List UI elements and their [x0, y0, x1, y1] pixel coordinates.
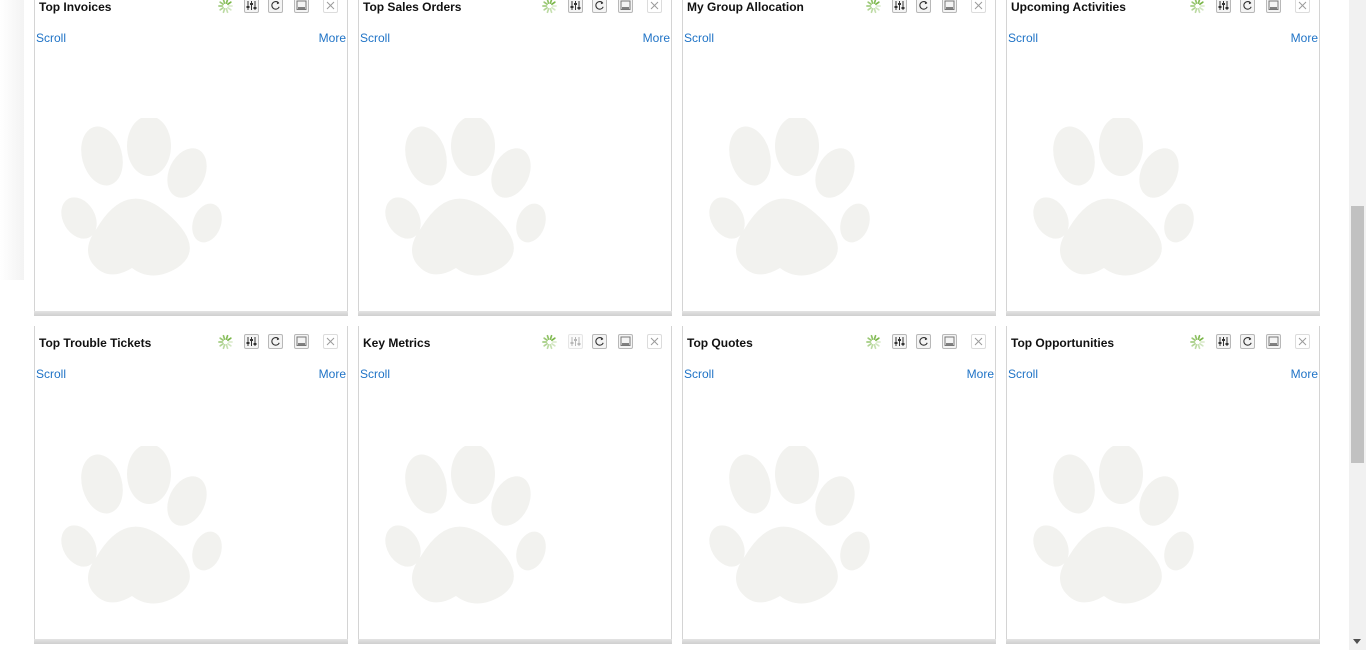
filter-settings-icon[interactable] — [1216, 334, 1231, 349]
scrollbar-thumb[interactable] — [1351, 206, 1364, 463]
minimize-icon[interactable] — [294, 334, 309, 349]
refresh-icon[interactable] — [1240, 0, 1255, 13]
more-link[interactable]: More — [1291, 31, 1318, 45]
minimize-icon[interactable] — [294, 0, 309, 13]
refresh-icon[interactable] — [268, 0, 283, 13]
loading-spinner-icon — [218, 0, 233, 13]
loading-spinner-icon — [542, 334, 557, 349]
filter-settings-icon[interactable] — [568, 0, 583, 13]
vertical-scrollbar[interactable] — [1349, 0, 1366, 650]
scroll-link[interactable]: Scroll — [360, 367, 390, 381]
minimize-icon[interactable] — [942, 0, 957, 13]
widget-title: Top Invoices — [39, 0, 112, 14]
loading-spinner-icon — [866, 0, 881, 13]
widget-title: Top Sales Orders — [363, 0, 462, 14]
widget-title: My Group Allocation — [687, 0, 804, 14]
loading-spinner-icon — [1190, 0, 1205, 13]
widget-title: Upcoming Activities — [1011, 0, 1126, 14]
widget-panel: Top Invoices Scroll More — [34, 0, 348, 316]
widget-panel: Upcoming Activities Scroll More — [1006, 0, 1320, 316]
refresh-icon[interactable] — [1240, 334, 1255, 349]
minimize-icon[interactable] — [1266, 0, 1281, 13]
refresh-icon[interactable] — [592, 334, 607, 349]
paw-watermark-icon — [381, 444, 551, 626]
minimize-icon[interactable] — [618, 334, 633, 349]
scroll-link[interactable]: Scroll — [1008, 367, 1038, 381]
widget-panel: My Group Allocation Scroll — [682, 0, 996, 316]
paw-watermark-icon — [57, 444, 227, 626]
more-link[interactable]: More — [1291, 367, 1318, 381]
loading-spinner-icon — [866, 334, 881, 349]
close-icon[interactable] — [971, 0, 986, 13]
minimize-icon[interactable] — [1266, 334, 1281, 349]
filter-settings-icon[interactable] — [1216, 0, 1231, 13]
loading-spinner-icon — [218, 334, 233, 349]
minimize-icon[interactable] — [942, 334, 957, 349]
more-link[interactable]: More — [319, 367, 346, 381]
close-icon[interactable] — [971, 334, 986, 349]
filter-settings-icon[interactable] — [568, 334, 583, 349]
scroll-link[interactable]: Scroll — [1008, 31, 1038, 45]
scroll-link[interactable]: Scroll — [360, 31, 390, 45]
paw-watermark-icon — [1029, 116, 1199, 298]
close-icon[interactable] — [1295, 334, 1310, 349]
widget-title: Key Metrics — [363, 336, 431, 350]
close-icon[interactable] — [323, 0, 338, 13]
paw-watermark-icon — [381, 116, 551, 298]
close-icon[interactable] — [647, 0, 662, 13]
filter-settings-icon[interactable] — [892, 0, 907, 13]
more-link[interactable]: More — [319, 31, 346, 45]
widget-title: Top Trouble Tickets — [39, 336, 152, 350]
close-icon[interactable] — [647, 334, 662, 349]
scroll-link[interactable]: Scroll — [684, 31, 714, 45]
widget-title: Top Opportunities — [1011, 336, 1115, 350]
refresh-icon[interactable] — [916, 334, 931, 349]
paw-watermark-icon — [1029, 444, 1199, 626]
scroll-link[interactable]: Scroll — [36, 31, 66, 45]
widget-panel: Top Quotes Scroll More — [682, 326, 996, 644]
more-link[interactable]: More — [967, 367, 994, 381]
paw-watermark-icon — [705, 444, 875, 626]
loading-spinner-icon — [542, 0, 557, 13]
filter-settings-icon[interactable] — [892, 334, 907, 349]
close-icon[interactable] — [323, 334, 338, 349]
widget-panel: Top Sales Orders Scroll More — [358, 0, 672, 316]
refresh-icon[interactable] — [916, 0, 931, 13]
widget-panel: Key Metrics Scroll — [358, 326, 672, 644]
loading-spinner-icon — [1190, 334, 1205, 349]
widget-title: Top Quotes — [687, 336, 753, 350]
refresh-icon[interactable] — [592, 0, 607, 13]
minimize-icon[interactable] — [618, 0, 633, 13]
paw-watermark-icon — [705, 116, 875, 298]
left-shadow — [0, 0, 24, 280]
refresh-icon[interactable] — [268, 334, 283, 349]
more-link[interactable]: More — [643, 31, 670, 45]
paw-watermark-icon — [57, 116, 227, 298]
widget-panel: Top Opportunities Scroll More — [1006, 326, 1320, 644]
scroll-link[interactable]: Scroll — [36, 367, 66, 381]
scroll-link[interactable]: Scroll — [684, 367, 714, 381]
scroll-down-arrow-icon[interactable] — [1353, 639, 1361, 644]
filter-settings-icon[interactable] — [244, 0, 259, 13]
close-icon[interactable] — [1295, 0, 1310, 13]
widget-panel: Top Trouble Tickets Scroll More — [34, 326, 348, 644]
filter-settings-icon[interactable] — [244, 334, 259, 349]
